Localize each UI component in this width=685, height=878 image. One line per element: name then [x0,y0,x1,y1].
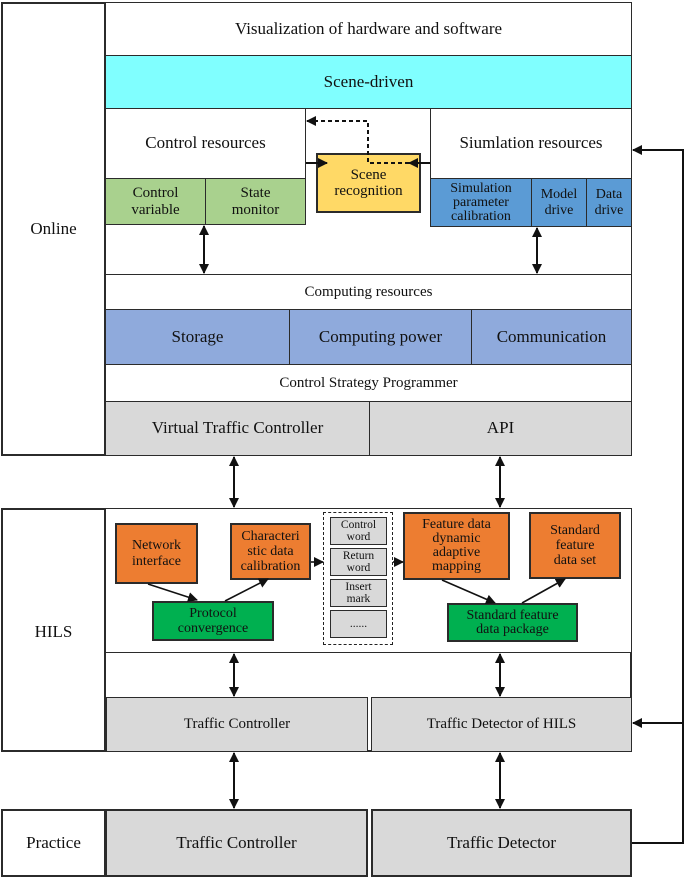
scene-recognition-box: Scene recognition [316,153,421,213]
storage-cell: Storage [105,309,290,365]
control-variable-cell: Control variable [105,178,206,225]
frame-field-insert-mark: Insert mark [330,579,387,607]
practice-traffic-controller-box: Traffic Controller [105,809,368,877]
frame-field-more: ...... [330,610,387,638]
computing-power-cell: Computing power [289,309,472,365]
standard-feature-data-package-box: Standard feature data package [447,603,578,642]
virtual-traffic-controller-box: Virtual Traffic Controller [105,401,370,456]
practice-layer-label: Practice [1,809,106,877]
simulation-parameter-calibration-cell: Simulation parameter calibration [430,178,532,227]
model-drive-cell: Model drive [531,178,587,227]
hils-layer-label: HILS [1,508,106,752]
practice-traffic-detector-box: Traffic Detector [371,809,632,877]
api-box: API [369,401,632,456]
network-interface-box: Network interface [115,523,198,584]
simulation-resources-box: Siumlation resources [430,108,632,179]
frame-field-return-word: Return word [330,548,387,576]
hils-traffic-detector-box: Traffic Detector of HILS [371,697,632,752]
protocol-convergence-box: Protocol convergence [152,601,274,641]
characteristic-data-calibration-box: Characteri stic data calibration [230,523,311,580]
state-monitor-cell: State monitor [205,178,306,225]
hils-traffic-controller-box: Traffic Controller [106,697,368,752]
visualization-box: Visualization of hardware and software [105,2,632,56]
computing-resources-box: Computing resources [105,274,632,310]
feature-data-mapping-box: Feature data dynamic adaptive mapping [403,512,510,580]
detector-feedback-line [632,145,684,844]
scene-driven-box: Scene-driven [105,55,632,109]
data-drive-cell: Data drive [586,178,632,227]
frame-field-control-word: Control word [330,517,387,545]
standard-feature-data-set-box: Standard feature data set [529,512,621,579]
communication-cell: Communication [471,309,632,365]
control-strategy-programmer-box: Control Strategy Programmer [105,364,632,402]
online-layer-label: Online [1,2,106,456]
control-resources-box: Control resources [105,108,306,179]
